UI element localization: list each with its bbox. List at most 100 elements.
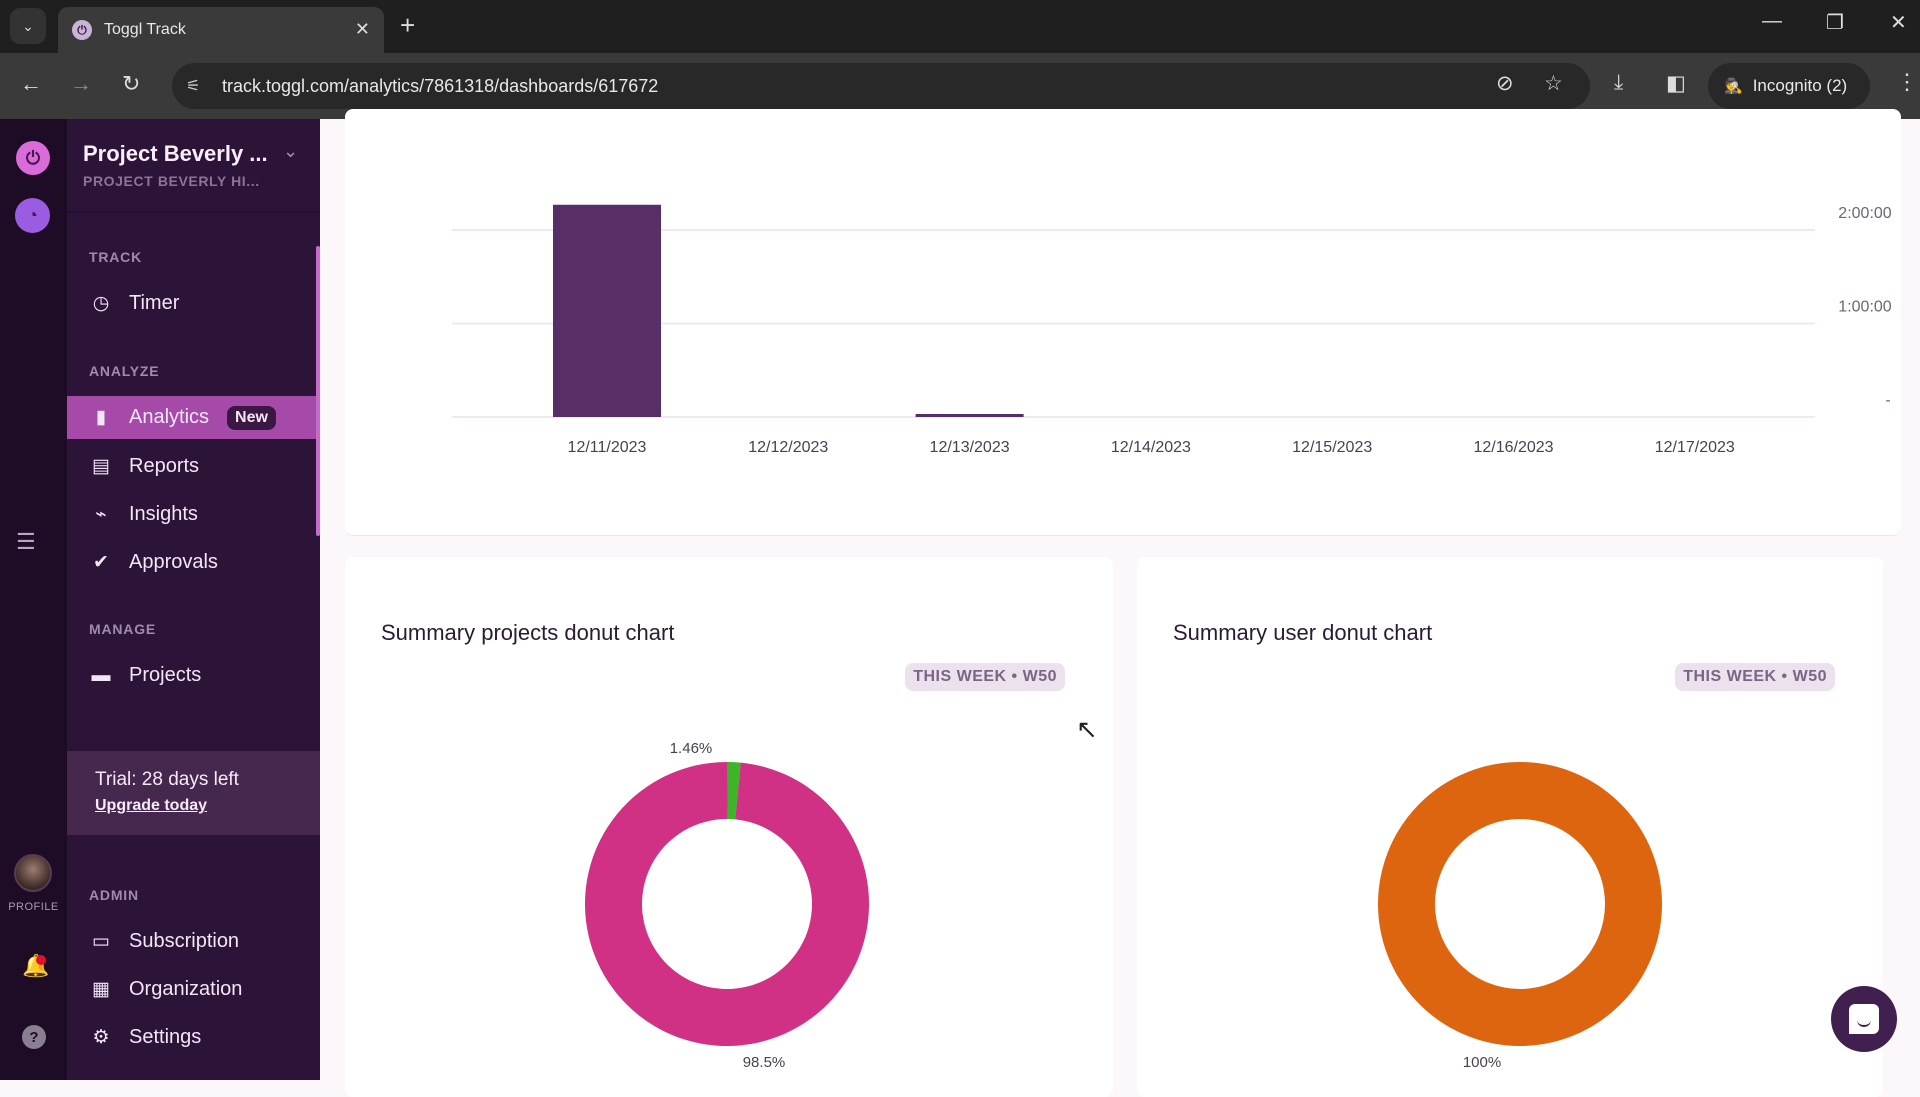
sidebar-item-reports[interactable]: ▤ Reports [67,445,320,488]
check-circle-icon: ✔ [93,552,109,573]
tab-title: Toggl Track [104,21,186,38]
clock-icon: ◷ [92,293,110,314]
x-tick-label: 12/17/2023 [1655,439,1735,456]
y-tick-label: 1:00:00 [1838,299,1891,316]
donut-slice [585,762,870,1046]
building-icon: ▦ [92,979,110,1000]
gear-icon: ⚙ [92,1027,110,1048]
slice-label: 100% [1463,1054,1501,1071]
sidebar-item-subscription[interactable]: ▭ Subscription [67,920,320,963]
x-tick-label: 12/16/2023 [1473,439,1553,456]
incognito-icon: 🕵 [1724,78,1743,95]
sidebar-item-label: Subscription [129,930,240,952]
document-icon: ▤ [92,456,110,477]
folder-icon: ▬ [91,664,111,686]
help-icon[interactable]: ? [22,1025,46,1049]
sidebar-item-label: Reports [129,455,200,477]
notification-dot [36,955,46,965]
pulse-icon: ⌁ [95,504,107,525]
workspace-name[interactable]: Project Beverly ... [83,141,268,167]
sidebar-item-label: Organization [129,978,243,1000]
trial-banner: Trial: 28 days left Upgrade today [67,751,320,835]
browser-tab[interactable]: ⏻ Toggl Track ✕ [58,7,384,53]
y-tick-label: 2:00:00 [1838,205,1891,222]
credit-card-icon: ▭ [92,931,110,952]
new-tab-button[interactable]: + [400,10,415,41]
chat-icon [1849,1004,1879,1034]
sidebar-item-organization[interactable]: ▦ Organization [67,968,320,1011]
x-tick-label: 12/14/2023 [1111,439,1191,456]
trial-text: Trial: 28 days left [95,769,239,790]
download-icon[interactable]: ⤓ [1614,71,1623,95]
slice-label: 98.5% [743,1054,786,1071]
sidebar-item-label: Projects [129,664,202,686]
organization-name: PROJECT BEVERLY HI... [83,173,260,189]
chevron-down-icon: ⌄ [22,17,34,34]
sidebar: Project Beverly ... ⌄ PROJECT BEVERLY HI… [67,119,320,1080]
sidebar-item-approvals[interactable]: ✔ Approvals [67,541,320,584]
sidebar-item-label: Settings [129,1026,202,1048]
incognito-label: Incognito (2) [1752,76,1848,95]
profile-label[interactable]: PROFILE [0,901,67,913]
eye-off-icon[interactable]: ⊘ [1496,71,1514,96]
new-badge: New [227,405,276,430]
sidebar-item-label: Insights [129,503,198,525]
sidebar-item-analytics[interactable]: ▮ Analytics New [67,396,320,439]
users-donut-card: Summary user donut chart THIS WEEK • W50… [1137,557,1883,1097]
site-info-icon[interactable]: ⚟ [186,76,210,96]
bar-chart-card: 2:00:00 1:00:00 - 12/11/2023 12/12/2023 12/13… [345,109,1901,535]
tab-close-icon[interactable]: ✕ [355,19,370,40]
tab-list-button[interactable]: ⌄ [10,8,46,44]
bar-chart-icon: ▮ [95,407,107,428]
profile-avatar[interactable] [14,854,52,892]
close-window-button[interactable]: ✕ [1890,10,1907,35]
divider [67,211,320,213]
incognito-indicator[interactable]: 🕵 Incognito (2) [1708,63,1870,109]
x-tick-label: 12/13/2023 [930,439,1010,456]
forward-button[interactable]: → [70,71,92,97]
section-label-track: TRACK [89,249,142,265]
side-panel-icon[interactable]: ◧ [1666,71,1686,96]
back-button[interactable]: ← [20,71,42,97]
main-content: 2:00:00 1:00:00 - 12/11/2023 12/12/2023 12/13… [320,109,1920,1097]
sidebar-item-insights[interactable]: ⌁ Insights [67,493,320,536]
section-label-analyze: ANALYZE [89,363,160,379]
sidebar-item-label: Timer [129,292,180,314]
y-tick-label: - [1885,392,1890,409]
app-rail: ⏻ ◔ ☰ PROFILE 🔔 ? [0,119,67,1080]
x-tick-label: 12/12/2023 [748,439,828,456]
toggl-plan-logo-icon[interactable]: ◔ [15,198,50,233]
upgrade-link[interactable]: Upgrade today [95,797,320,815]
toggl-favicon-icon: ⏻ [72,20,92,40]
workspace-chevron-down-icon[interactable]: ⌄ [283,141,298,162]
bar [915,414,1024,417]
sidebar-item-label: Approvals [129,551,218,573]
address-bar[interactable]: ⚟ track.toggl.com/analytics/7861318/dash… [172,63,1590,109]
mouse-cursor: ↖ [1076,714,1098,744]
reload-button[interactable]: ↻ [122,71,140,97]
restore-button[interactable]: ❐ [1826,10,1844,35]
x-tick-label: 12/15/2023 [1292,439,1372,456]
sidebar-item-timer[interactable]: ◷ Timer [67,282,320,325]
projects-donut-card: Summary projects donut chart THIS WEEK •… [345,557,1113,1097]
section-label-admin: ADMIN [89,887,139,903]
url-text[interactable]: track.toggl.com/analytics/7861318/dashbo… [222,76,658,97]
section-label-manage: MANAGE [89,621,157,637]
browser-menu-icon[interactable]: ⋮ [1896,69,1918,95]
minimize-button[interactable]: — [1762,10,1782,33]
sidebar-item-projects[interactable]: ▬ Projects [67,654,320,697]
sidebar-item-settings[interactable]: ⚙ Settings [67,1016,320,1059]
chat-widget-button[interactable] [1831,986,1897,1052]
bar [553,204,661,417]
bookmark-star-icon[interactable]: ☆ [1544,71,1563,96]
collapse-sidebar-icon[interactable]: ☰ [16,529,36,555]
donut-slice [1378,762,1662,1046]
users-donut-chart: 100% [1378,762,1662,1071]
sidebar-item-label: Analytics [129,406,210,428]
toggl-track-logo-icon[interactable]: ⏻ [16,141,50,175]
x-tick-label: 12/11/2023 [568,439,647,456]
projects-donut-chart: 1.46% 98.5% [585,740,870,1071]
browser-tab-bar: ⌄ ⏻ Toggl Track ✕ + — ❐ ✕ [0,0,1920,53]
slice-label: 1.46% [670,740,713,757]
bar-chart: 2:00:00 1:00:00 - 12/11/2023 12/12/2023 12/13… [452,204,1892,456]
